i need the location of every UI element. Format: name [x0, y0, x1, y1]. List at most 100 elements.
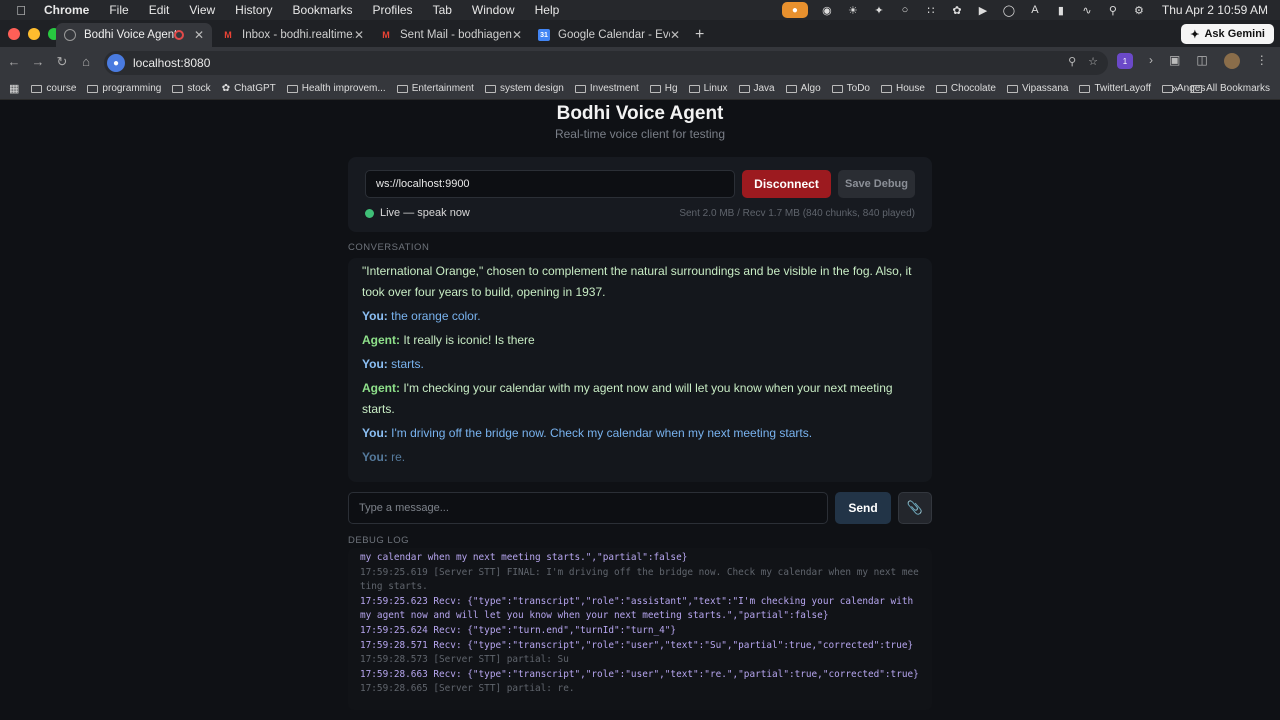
bookmark-todo[interactable]: ToDo	[831, 83, 870, 94]
battery-icon[interactable]: ▮	[1054, 4, 1068, 17]
sparkle-icon[interactable]: ✦	[872, 4, 886, 17]
bookmark-system-design[interactable]: system design	[484, 83, 564, 94]
folder-icon	[1191, 84, 1203, 93]
record-icon[interactable]: ◉	[820, 4, 834, 17]
conversation-panel: "International Orange," chosen to comple…	[348, 258, 932, 482]
menu-window[interactable]: Window	[472, 3, 515, 17]
menu-clock[interactable]: Thu Apr 2 10:59 AM	[1162, 3, 1268, 17]
more-menu-icon[interactable]: ⋮	[1256, 53, 1268, 69]
browser-toolbar: ← → ↻ ⌂ ● localhost:8080 ⚲ ☆ 1 › ▣ ◫ ⋮	[0, 47, 1280, 78]
message-input[interactable]	[348, 492, 828, 524]
debug-log-panel[interactable]: my calendar when my next meeting starts.…	[348, 548, 932, 710]
folder-icon	[574, 84, 586, 93]
more-bookmarks-icon[interactable]: »	[1172, 83, 1178, 95]
tab-bodhi-voice-agent[interactable]: Bodhi Voice Agent ✕	[56, 23, 212, 47]
menu-help[interactable]: Help	[535, 3, 560, 17]
menu-view[interactable]: View	[189, 3, 215, 17]
bookmark-chocolate[interactable]: Chocolate	[935, 83, 996, 94]
user-circle-icon[interactable]: ◯	[1002, 4, 1016, 17]
menu-profiles[interactable]: Profiles	[373, 3, 413, 17]
chevron-right-icon[interactable]: ›	[1149, 53, 1153, 69]
disconnect-button[interactable]: Disconnect	[742, 170, 831, 198]
bookmark-investment[interactable]: Investment	[574, 83, 639, 94]
folder-icon	[1079, 84, 1091, 93]
minimize-window-button[interactable]	[28, 28, 40, 40]
menu-tab[interactable]: Tab	[433, 3, 452, 17]
menu-file[interactable]: File	[109, 3, 128, 17]
extensions-puzzle-icon[interactable]: ▣	[1169, 53, 1180, 69]
grid-icon[interactable]: ∷	[924, 4, 938, 17]
reload-icon[interactable]: ↻	[54, 54, 70, 70]
gmail-icon: M	[382, 30, 390, 40]
bookmark-entertainment[interactable]: Entertainment	[396, 83, 474, 94]
control-center-icon[interactable]: ⚙	[1132, 4, 1146, 17]
microphone-icon[interactable]: ●	[107, 54, 125, 72]
log-line: my calendar when my next meeting starts.…	[360, 552, 688, 563]
bookmark-linux[interactable]: Linux	[688, 83, 728, 94]
address-url[interactable]: localhost:8080	[133, 56, 210, 70]
forward-icon[interactable]: →	[30, 54, 46, 69]
profile-avatar[interactable]	[1223, 53, 1240, 69]
home-icon[interactable]: ⌂	[78, 54, 94, 69]
message-user-partial: You: re.	[362, 450, 406, 464]
apps-grid-icon[interactable]: ▦	[9, 82, 19, 95]
spotlight-search-icon[interactable]: ⚲	[1106, 4, 1120, 17]
menu-bookmarks[interactable]: Bookmarks	[293, 3, 353, 17]
bookmark-algo[interactable]: Algo	[785, 83, 821, 94]
bookmark-star-icon[interactable]: ☆	[1088, 55, 1098, 68]
page-title: Bodhi Voice Agent	[556, 103, 724, 124]
debug-log-label: DEBUG LOG	[348, 535, 409, 546]
microphone-in-use-icon[interactable]: ●	[781, 2, 808, 18]
tab-sent-mail[interactable]: M Sent Mail - bodhiagent@gma ✕	[372, 23, 530, 47]
tab-google-calendar[interactable]: 31 Google Calendar - Event deta ✕	[530, 23, 688, 47]
bookmark-health[interactable]: Health improvem...	[286, 83, 386, 94]
chatgpt-icon: ✿	[221, 83, 231, 94]
apple-icon[interactable]: 	[12, 3, 30, 18]
close-window-button[interactable]	[8, 28, 20, 40]
all-bookmarks[interactable]: All Bookmarks	[1191, 83, 1270, 94]
folder-icon	[688, 84, 700, 93]
conversation-label: CONVERSATION	[348, 242, 430, 253]
save-debug-button[interactable]: Save Debug	[838, 170, 915, 198]
bookmark-twitterlayoff[interactable]: TwitterLayoff	[1079, 83, 1151, 94]
folder-icon	[881, 84, 892, 93]
menu-app-name[interactable]: Chrome	[44, 3, 89, 17]
folder-icon	[172, 84, 184, 93]
close-tab-icon[interactable]: ✕	[670, 28, 680, 42]
extension-badge-icon[interactable]: 1	[1117, 53, 1133, 69]
close-tab-icon[interactable]: ✕	[512, 28, 522, 42]
bookmark-stock[interactable]: stock	[172, 83, 211, 94]
chatgpt-icon[interactable]: ✿	[950, 4, 964, 17]
page-content: Bodhi Voice Agent Real-time voice client…	[0, 101, 1280, 720]
brightness-icon[interactable]: ☀	[846, 4, 860, 17]
websocket-url-input[interactable]	[365, 170, 735, 198]
bookmark-house[interactable]: House	[881, 83, 925, 94]
attach-button[interactable]: 📎	[898, 492, 932, 524]
bookmark-chatgpt[interactable]: ✿ ChatGPT	[222, 83, 276, 94]
bookmark-course[interactable]: course	[31, 83, 76, 94]
back-icon[interactable]: ←	[6, 54, 22, 69]
keyboard-input-icon[interactable]: A	[1028, 4, 1042, 16]
side-panel-icon[interactable]: ◫	[1196, 53, 1207, 69]
message-user: You: I'm driving off the bridge now. Che…	[362, 426, 813, 440]
send-button[interactable]: Send	[835, 492, 891, 524]
bookmark-java[interactable]: Java	[738, 83, 775, 94]
address-bar[interactable]: ● localhost:8080 ⚲ ☆	[104, 51, 1108, 75]
play-icon[interactable]: ▶	[976, 4, 990, 17]
zoom-icon[interactable]: ⚲	[1068, 55, 1076, 68]
tab-inbox[interactable]: M Inbox - bodhi.realtime.agent@ ✕	[214, 23, 372, 47]
close-tab-icon[interactable]: ✕	[354, 28, 364, 42]
close-tab-icon[interactable]: ✕	[194, 28, 204, 42]
menu-edit[interactable]: Edit	[149, 3, 170, 17]
bookmark-hg[interactable]: Hg	[649, 83, 678, 94]
new-tab-button[interactable]: +	[695, 26, 704, 44]
recording-icon	[174, 30, 184, 40]
bookmark-programming[interactable]: programming	[87, 83, 161, 94]
folder-icon	[831, 84, 843, 93]
wifi-icon[interactable]: ∿	[1080, 4, 1094, 17]
bookmark-vipassana[interactable]: Vipassana	[1006, 83, 1068, 94]
folder-icon	[396, 84, 408, 93]
menu-history[interactable]: History	[235, 3, 272, 17]
ask-gemini-button[interactable]: ✦ Ask Gemini	[1181, 24, 1274, 44]
wechat-icon[interactable]: ○	[898, 4, 912, 16]
